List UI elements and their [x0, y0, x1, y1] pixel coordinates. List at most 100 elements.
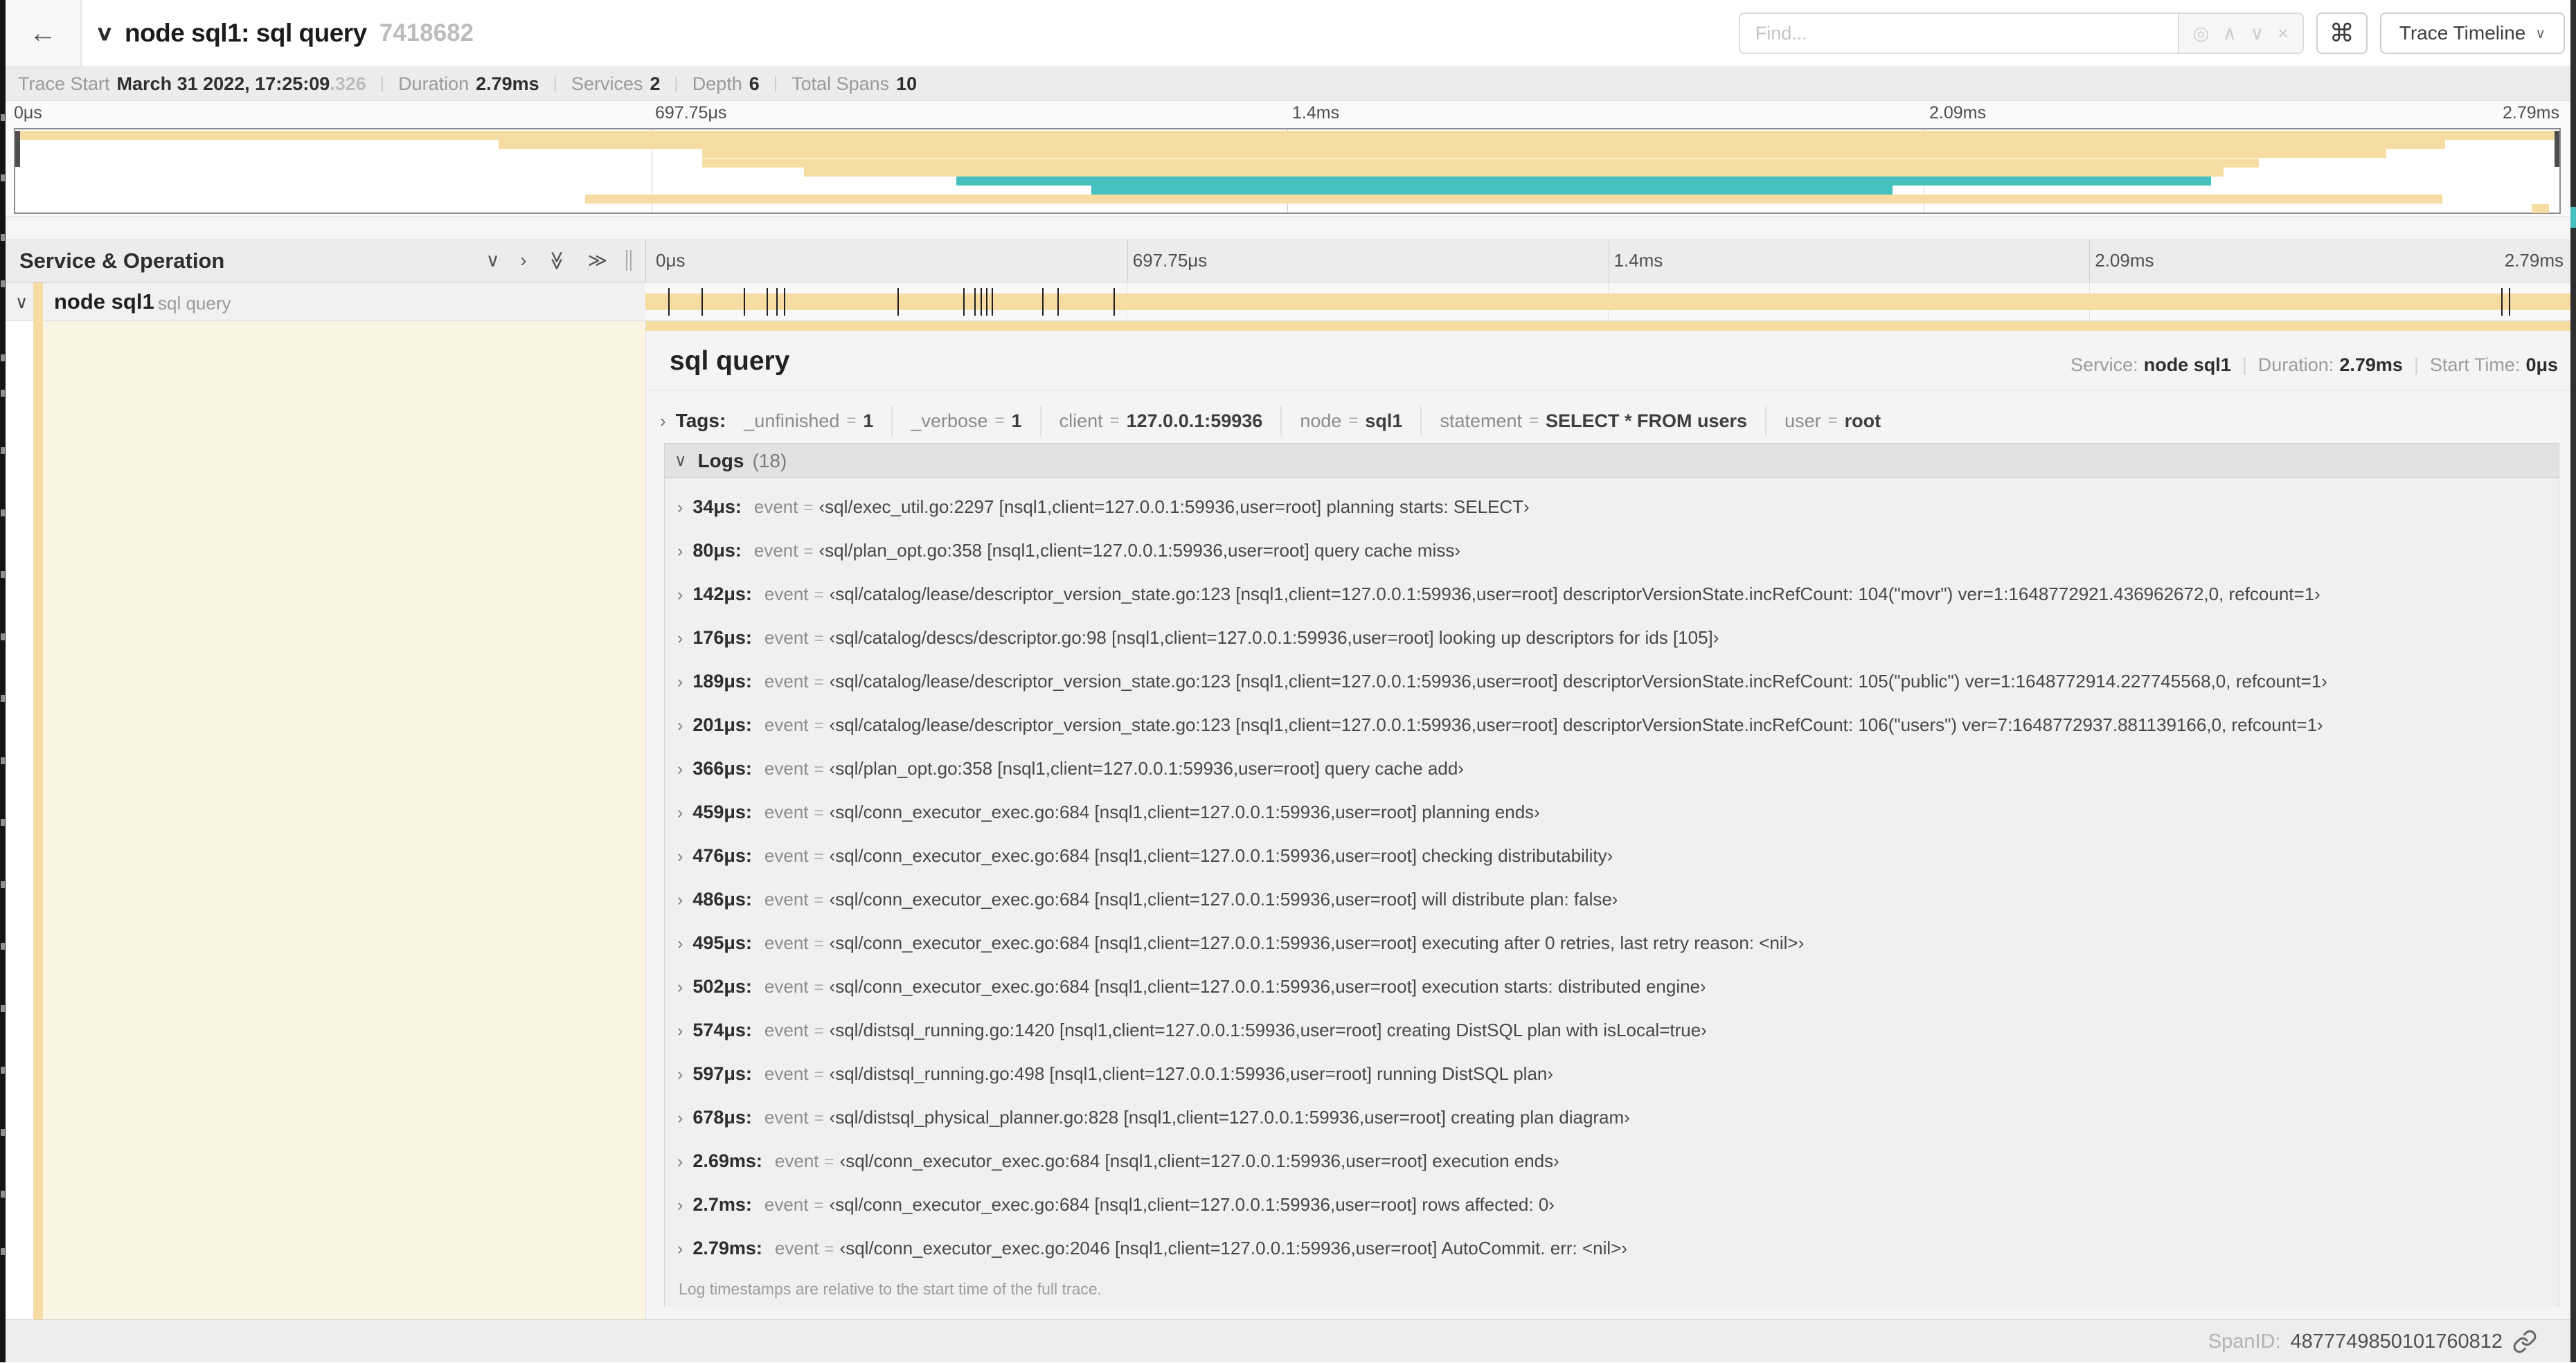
tag-item[interactable]: client = 127.0.0.1:59936: [1057, 406, 1282, 436]
expand-all-icon[interactable]: ≫: [588, 250, 607, 271]
log-row[interactable]: › 597μs: event = ‹sql/distsql_running.go:498…: [665, 1052, 2559, 1096]
trace-view-dropdown[interactable]: Trace Timeline ∨: [2379, 12, 2565, 54]
log-row[interactable]: › 678μs: event = ‹sql/distsql_physical_plann…: [665, 1096, 2559, 1139]
log-row[interactable]: › 2.79ms: event = ‹sql/conn_executor_exec.go…: [665, 1227, 2559, 1270]
chevron-down-icon[interactable]: ∨: [15, 292, 28, 313]
log-marker-tick: [992, 288, 994, 316]
services-value: 2: [650, 73, 661, 94]
log-row[interactable]: › 80μs: event = ‹sql/plan_opt.go:358 [nsql1,…: [665, 529, 2559, 572]
log-row[interactable]: › 574μs: event = ‹sql/distsql_running.go:142…: [665, 1009, 2559, 1052]
tag-value: 1: [1011, 410, 1022, 431]
log-key: event: [774, 1238, 819, 1258]
log-value: ‹sql/catalog/lease/descriptor_version_st…: [829, 714, 2323, 735]
log-row[interactable]: › 2.7ms: event = ‹sql/conn_executor_exec.go:…: [665, 1183, 2559, 1227]
log-row[interactable]: › 2.69ms: event = ‹sql/conn_executor_exec.go…: [665, 1139, 2559, 1183]
logs-note: Log timestamps are relative to the start…: [679, 1280, 1102, 1298]
log-key: event: [764, 1063, 809, 1084]
gap-band: [0, 216, 2576, 240]
logs-header[interactable]: ∨ Logs (18): [665, 444, 2559, 478]
keyboard-shortcuts-button[interactable]: ⌘: [2316, 12, 2368, 54]
total-spans-label: Total Spans: [791, 73, 890, 94]
chevron-down-icon: ∨: [2535, 26, 2546, 42]
span-operation-name: sql query: [158, 293, 231, 314]
tag-item[interactable]: user = root: [1782, 406, 1899, 436]
tag-item[interactable]: _verbose = 1: [908, 406, 1041, 436]
log-key: event: [764, 1107, 809, 1128]
log-key: event: [764, 1020, 809, 1040]
log-row[interactable]: › 189μs: event = ‹sql/catalog/lease/descript…: [665, 660, 2559, 703]
equals-sign: =: [824, 1240, 834, 1258]
duration-label: Duration:: [2257, 354, 2334, 375]
equals-sign: =: [824, 1153, 834, 1171]
log-value: ‹sql/catalog/descs/descriptor.go:98 [nsq…: [829, 627, 1719, 648]
collapse-all-icon[interactable]: ≫: [546, 251, 568, 270]
log-row[interactable]: › 495μs: event = ‹sql/conn_executor_exec.go:…: [665, 921, 2559, 965]
tag-item[interactable]: node = sql1: [1297, 406, 1422, 436]
logs-list: › 34μs: event = ‹sql/exec_util.go:2297 [nsql…: [665, 478, 2559, 1307]
log-row[interactable]: › 366μs: event = ‹sql/plan_opt.go:358 [nsql1…: [665, 747, 2559, 791]
equals-sign: =: [1109, 411, 1120, 430]
column-resizer[interactable]: [626, 250, 636, 271]
collapse-one-icon[interactable]: ∨: [486, 250, 500, 271]
span-duration-bar[interactable]: [645, 294, 2570, 310]
tags-row[interactable]: › Tags: _unfinished = 1 _verbose = 1 client = 12…: [659, 401, 2558, 440]
back-button[interactable]: ←: [6, 0, 82, 66]
tag-value: 127.0.0.1:59936: [1126, 410, 1263, 431]
log-row[interactable]: › 486μs: event = ‹sql/conn_executor_exec.go:…: [665, 878, 2559, 921]
trace-title: node sql1: sql query: [124, 19, 367, 47]
log-row[interactable]: › 176μs: event = ‹sql/catalog/descs/descript…: [665, 616, 2559, 660]
log-row[interactable]: › 34μs: event = ‹sql/exec_util.go:2297 [nsql…: [665, 485, 2559, 529]
log-value: ‹sql/plan_opt.go:358 [nsql1,client=127.0…: [819, 540, 1460, 561]
duration-value: 2.79ms: [2339, 354, 2403, 375]
log-row[interactable]: › 201μs: event = ‹sql/catalog/lease/descript…: [665, 703, 2559, 747]
log-key: event: [774, 1150, 819, 1171]
log-value: ‹sql/distsql_running.go:1420 [nsql1,clie…: [829, 1020, 1707, 1040]
left-scroll-map[interactable]: [0, 0, 6, 1362]
equals-sign: =: [994, 411, 1005, 430]
equals-sign: =: [803, 542, 814, 561]
log-key: event: [764, 802, 809, 822]
minimap-axis-label: 2.79ms: [2503, 103, 2559, 123]
tag-value: SELECT * FROM users: [1546, 410, 1748, 431]
chevron-down-icon[interactable]: ∨: [2251, 23, 2264, 44]
scroll-map-tick: [1, 1247, 5, 1255]
chevron-right-icon: ›: [677, 759, 683, 779]
span-row-bar-cell[interactable]: [645, 282, 2570, 321]
minimap-right-handle[interactable]: [2555, 131, 2559, 167]
scroll-map-tick: [1, 234, 5, 242]
find-input[interactable]: [1738, 12, 2178, 54]
jaeger-trace-page: { "colors": { "span_tan": "#f6dca2", "sp…: [0, 0, 2576, 1362]
tag-item[interactable]: statement = SELECT * FROM users: [1437, 406, 1767, 436]
scroll-map-tick: [1, 1129, 5, 1137]
tag-item[interactable]: _unfinished = 1: [741, 406, 893, 436]
log-row[interactable]: › 502μs: event = ‹sql/conn_executor_exec.go:…: [665, 965, 2559, 1009]
link-icon[interactable]: [2512, 1329, 2537, 1354]
log-value: ‹sql/exec_util.go:2297 [nsql1,client=127…: [819, 496, 1530, 517]
log-timestamp: 574μs:: [692, 1020, 752, 1040]
back-arrow-icon: ←: [29, 17, 57, 48]
right-scroll-map[interactable]: [2570, 0, 2576, 1362]
minimap-canvas[interactable]: [14, 128, 2561, 214]
collapse-trace-icon[interactable]: ∨: [95, 21, 114, 46]
log-row[interactable]: › 476μs: event = ‹sql/conn_executor_exec.go:…: [665, 834, 2559, 878]
minimap-left-handle[interactable]: [15, 131, 20, 167]
scope-icon[interactable]: ◎: [2193, 23, 2210, 44]
expand-one-icon[interactable]: ›: [520, 250, 526, 271]
log-marker-tick: [897, 288, 900, 316]
equals-sign: =: [814, 847, 824, 866]
chevron-right-icon: ›: [677, 629, 683, 648]
chevron-right-icon: ›: [677, 585, 683, 604]
chevron-up-icon[interactable]: ∧: [2223, 23, 2237, 44]
log-key: event: [764, 889, 809, 910]
scroll-map-tick: [1, 509, 5, 517]
log-row[interactable]: › 459μs: event = ‹sql/conn_executor_exec.go:…: [665, 791, 2559, 834]
divider: |: [379, 74, 385, 93]
collapse-controls: ∨ › ≫ ≫: [486, 239, 607, 282]
detail-gutter: [6, 321, 33, 1319]
span-row-name-cell[interactable]: ∨ node sql1 sql query: [0, 282, 645, 321]
log-key: event: [764, 714, 809, 735]
equals-sign: =: [1348, 411, 1359, 430]
log-row[interactable]: › 142μs: event = ‹sql/catalog/lease/descript…: [665, 572, 2559, 616]
close-icon[interactable]: ×: [2278, 23, 2289, 44]
log-key: event: [764, 671, 809, 692]
